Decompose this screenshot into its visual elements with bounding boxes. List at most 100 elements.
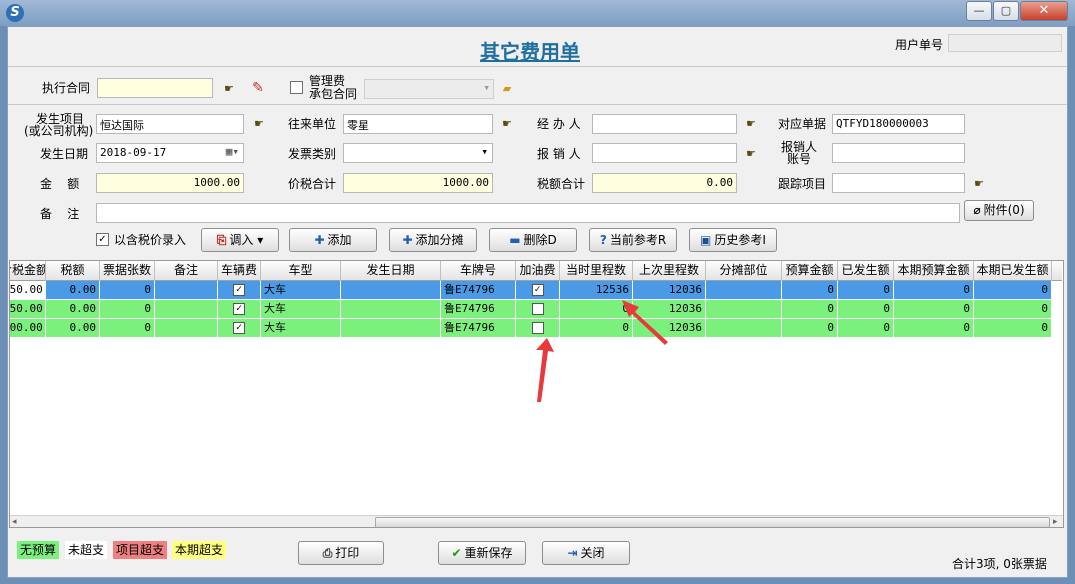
cell-period-occurred[interactable]: 0 [974,319,1052,338]
handler-field[interactable] [592,114,737,134]
cell-date[interactable] [341,319,441,338]
header-col-note[interactable]: 备注 [155,261,218,281]
header-col-period-occurred[interactable]: 本期已发生额 [974,261,1052,281]
print-button[interactable]: ⎙ 打印 [298,541,384,565]
restore-icon[interactable]: ▢ [993,1,1019,21]
cell-budget[interactable]: 0 [782,281,838,300]
cell-budget[interactable]: 0 [782,300,838,319]
cell-note[interactable] [155,300,218,319]
folder-icon[interactable]: ▰ [498,82,516,96]
invoice-type-select[interactable]: ▾ [343,143,493,163]
reimburse-acct-field[interactable] [832,143,965,163]
current-ref-button[interactable]: ? 当前参考R [589,228,677,252]
scroll-right-icon[interactable]: ▸ [1053,517,1058,527]
cell-tax[interactable]: 0.00 [46,319,100,338]
header-col-date[interactable]: 发生日期 [341,261,441,281]
item-field[interactable]: 恒达国际 [96,114,244,134]
header-col-budget[interactable]: 预算金额 [782,261,838,281]
cell-occurred[interactable]: 0 [838,281,894,300]
date-field[interactable]: 2018-09-17 ▦▾ [96,143,244,163]
cell-period-occurred[interactable]: 0 [974,300,1052,319]
header-col-split[interactable]: 分摊部位 [706,261,782,281]
cell-vehicle-type[interactable]: 大车 [261,281,341,300]
cell-split[interactable] [706,319,782,338]
cell-note[interactable] [155,319,218,338]
header-col-period-budget[interactable]: 本期预算金额 [894,261,974,281]
track-field[interactable] [832,173,965,193]
remark-field[interactable] [96,203,960,223]
user-doc-field[interactable] [948,34,1062,52]
amount-field[interactable]: 1000.00 [96,173,244,193]
row-checkbox[interactable]: ✓ [233,284,245,296]
cell-note[interactable] [155,281,218,300]
pick-hand-icon[interactable]: ☛ [250,117,268,131]
scrollbar-thumb[interactable] [375,517,1050,527]
cell-amount[interactable]: 450.00 [10,300,46,319]
header-col-vehicle-type[interactable]: 车型 [261,261,341,281]
resave-button[interactable]: ✔ 重新保存 [438,541,526,565]
cell-vehicle-fee[interactable]: ✓ [218,281,261,300]
row-checkbox[interactable]: ✓ [233,303,245,315]
contract-field[interactable] [97,78,213,98]
header-col-current-mileage[interactable]: 当时里程数 [560,261,633,281]
edit-pen-icon[interactable]: ✎ [249,81,267,95]
import-button[interactable]: ⎘ 调入 ▾ [201,228,279,252]
cell-split[interactable] [706,281,782,300]
add-button[interactable]: ✚ 添加 [289,228,377,252]
cell-date[interactable] [341,300,441,319]
cell-period-occurred[interactable]: 0 [974,281,1052,300]
header-col-last-mileage[interactable]: 上次里程数 [633,261,706,281]
tax-total-field[interactable]: 0.00 [592,173,737,193]
cell-bills[interactable]: 0 [100,281,155,300]
pick-hand-icon[interactable]: ☛ [970,177,988,191]
attachment-button[interactable]: ⌀ 附件(0) [964,200,1034,221]
total-tax-field[interactable]: 1000.00 [343,173,493,193]
cell-plate[interactable]: 鲁E74796 [441,319,516,338]
minimize-icon[interactable]: — [966,1,992,21]
cell-occurred[interactable]: 0 [838,300,894,319]
scroll-left-icon[interactable]: ◂ [12,517,17,527]
header-col-occurred[interactable]: 已发生额 [838,261,894,281]
header-col-fuel[interactable]: 加油费 [516,261,560,281]
close-button[interactable]: ⇥ 关闭 [542,541,630,565]
header-col-vehicle-fee[interactable]: 车辆费 [218,261,261,281]
cell-period-budget[interactable]: 0 [894,281,974,300]
mgmt-fee-checkbox[interactable] [290,81,303,94]
cell-plate[interactable]: 鲁E74796 [441,300,516,319]
cell-period-budget[interactable]: 0 [894,300,974,319]
cell-date[interactable] [341,281,441,300]
cell-occurred[interactable]: 0 [838,319,894,338]
cell-amount[interactable]: 450.00 [10,281,46,300]
row-checkbox[interactable]: ✓ [233,322,245,334]
cell-bills[interactable]: 0 [100,319,155,338]
header-col-bills[interactable]: 票据张数 [100,261,155,281]
delete-button[interactable]: ▬ 删除D [489,228,577,252]
pick-hand-icon[interactable]: ☛ [742,147,760,161]
pick-hand-icon[interactable]: ☛ [220,82,238,96]
cell-tax[interactable]: 0.00 [46,281,100,300]
history-ref-button[interactable]: ▣ 历史参考I [689,228,777,252]
cell-split[interactable] [706,300,782,319]
horizontal-scrollbar[interactable]: ◂ ▸ [10,515,1063,527]
cell-period-budget[interactable]: 0 [894,319,974,338]
reimburse-field[interactable] [592,143,737,163]
contract-select[interactable]: ▾ [364,79,494,99]
cell-tax[interactable]: 0.00 [46,300,100,319]
add-split-button[interactable]: ✚ 添加分摊 [389,228,477,252]
partner-field[interactable]: 零星 [343,114,493,134]
header-col-plate[interactable]: 车牌号 [441,261,516,281]
header-col-amount[interactable]: 含税金额 [10,261,46,281]
cell-bills[interactable]: 0 [100,300,155,319]
cell-vehicle-fee[interactable]: ✓ [218,300,261,319]
pick-hand-icon[interactable]: ☛ [742,117,760,131]
tax-incl-checkbox[interactable]: ✓ [96,233,109,246]
header-col-tax[interactable]: 税额 [46,261,100,281]
cell-plate[interactable]: 鲁E74796 [441,281,516,300]
cell-amount[interactable]: 100.00 [10,319,46,338]
close-window-button[interactable]: ✕ [1020,1,1068,21]
calendar-icon[interactable]: ▦▾ [226,145,239,158]
cell-budget[interactable]: 0 [782,319,838,338]
cell-vehicle-type[interactable]: 大车 [261,319,341,338]
cell-vehicle-type[interactable]: 大车 [261,300,341,319]
pick-hand-icon[interactable]: ☛ [498,117,516,131]
